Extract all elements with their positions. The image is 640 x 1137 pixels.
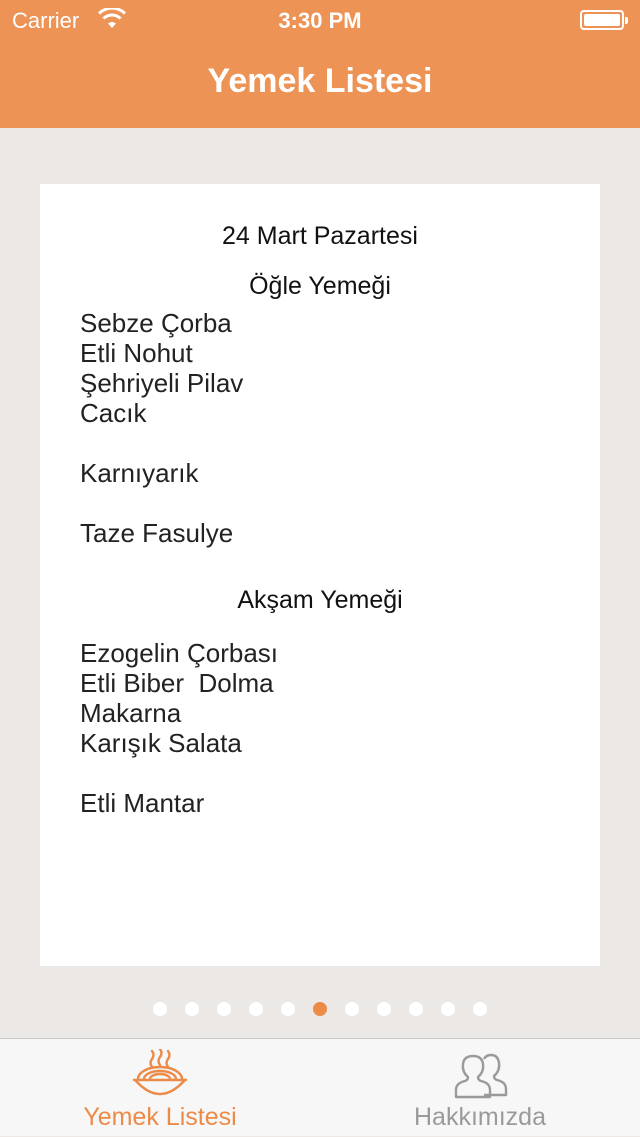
list-item: Taze Fasulye <box>80 518 234 548</box>
list-item: Etli Mantar <box>80 788 205 818</box>
list-item: Şehriyeli Pilav <box>80 368 244 398</box>
tab-yemek-listesi[interactable]: Yemek Listesi <box>0 1039 320 1137</box>
page-dot[interactable] <box>377 1002 391 1016</box>
dinner-title: Akşam Yemeği <box>237 586 403 614</box>
list-item: Cacık <box>80 398 147 428</box>
page-dot[interactable] <box>217 1002 231 1016</box>
page-dot[interactable] <box>441 1002 455 1016</box>
list-spacer <box>80 758 278 788</box>
page-dot[interactable] <box>409 1002 423 1016</box>
menu-date: 24 Mart Pazartesi <box>222 222 418 250</box>
app-header: Carrier 3:30 PM Yemek Listesi <box>0 0 640 128</box>
list-item: Makarna <box>80 698 182 728</box>
status-bar: Carrier 3:30 PM <box>0 0 640 40</box>
list-spacer <box>80 428 243 458</box>
list-item: Karnıyarık <box>80 458 199 488</box>
dinner-list: Ezogelin Çorbası Etli Biber Dolma Makarn… <box>80 638 278 818</box>
list-item: Ezogelin Çorbası <box>80 638 278 668</box>
page-dot[interactable] <box>473 1002 487 1016</box>
page-dot[interactable] <box>185 1002 199 1016</box>
tab-label: Yemek Listesi <box>83 1103 237 1131</box>
page-indicator[interactable] <box>0 1002 640 1016</box>
page-dot-active[interactable] <box>313 1002 327 1016</box>
lunch-list: Sebze Çorba Etli Nohut Şehriyeli Pilav C… <box>80 308 243 548</box>
list-item: Karışık Salata <box>80 728 242 758</box>
page-title: Yemek Listesi <box>207 62 433 100</box>
page-dot[interactable] <box>153 1002 167 1016</box>
tab-label: Hakkımızda <box>414 1103 546 1131</box>
status-time: 3:30 PM <box>278 8 362 33</box>
list-item: Etli Biber Dolma <box>80 668 274 698</box>
lunch-title: Öğle Yemeği <box>249 272 391 300</box>
page-dot[interactable] <box>281 1002 295 1016</box>
page-dot[interactable] <box>345 1002 359 1016</box>
list-spacer <box>80 488 243 518</box>
list-item: Sebze Çorba <box>80 308 232 338</box>
list-item: Etli Nohut <box>80 338 193 368</box>
tab-bar: Yemek Listesi Hakkımızda <box>0 1038 640 1136</box>
people-icon <box>454 1053 508 1099</box>
battery-icon <box>580 10 628 30</box>
food-bowl-icon <box>132 1049 188 1096</box>
tab-hakkimizda[interactable]: Hakkımızda <box>320 1039 640 1137</box>
menu-card: 24 Mart Pazartesi Öğle Yemeği Sebze Çorb… <box>40 184 600 966</box>
page-dot[interactable] <box>249 1002 263 1016</box>
